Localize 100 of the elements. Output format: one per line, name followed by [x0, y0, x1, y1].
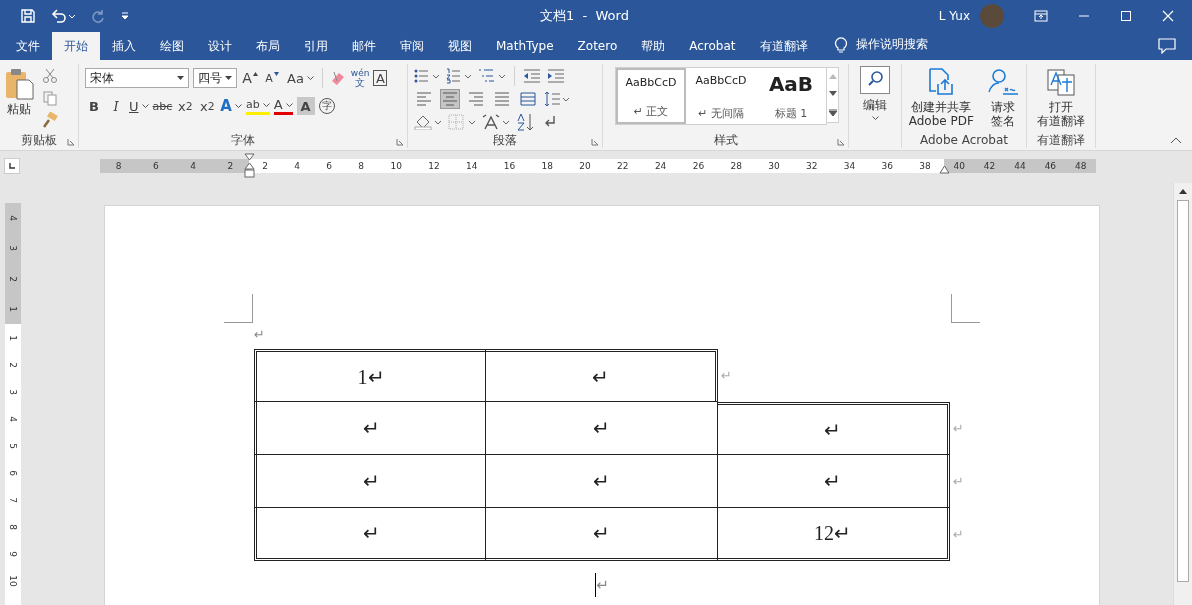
- indent-marker-icon[interactable]: [244, 153, 255, 179]
- ruler-number: 8: [8, 524, 18, 531]
- group-label: 样式: [713, 131, 738, 149]
- ribbon-tab[interactable]: 开始: [52, 32, 100, 60]
- editing-button[interactable]: 编辑: [849, 64, 901, 148]
- dialog-launcher-icon[interactable]: [837, 138, 845, 146]
- tab-selector[interactable]: [4, 158, 20, 174]
- ribbon-tab[interactable]: 审阅: [388, 32, 436, 60]
- style-item[interactable]: AaB 标题 1: [756, 68, 826, 124]
- bullets-icon[interactable]: [414, 68, 440, 84]
- font-format-button[interactable]: ab: [245, 97, 270, 115]
- row-end-mark: ↵: [953, 474, 964, 489]
- scroll-up-icon[interactable]: [1179, 189, 1187, 194]
- vertical-scrollbar[interactable]: [1173, 183, 1192, 605]
- table-cell: ↵: [486, 402, 718, 455]
- open-translate-button[interactable]: 打开 有道翻译: [1037, 68, 1085, 132]
- table-cell: ↵: [718, 402, 950, 455]
- tell-me-search[interactable]: 操作说明搜索: [855, 36, 928, 53]
- decrease-indent-icon[interactable]: [523, 68, 541, 84]
- ribbon-display-icon[interactable]: [1034, 10, 1048, 22]
- ruler-number: 2: [227, 161, 234, 171]
- font-format-button[interactable]: A: [273, 97, 293, 115]
- right-indent-marker-icon[interactable]: [939, 165, 950, 175]
- ribbon-tab[interactable]: 插入: [100, 32, 148, 60]
- ruler-number: 36: [881, 161, 893, 171]
- font-name-field[interactable]: 宋体: [85, 68, 189, 88]
- ruler-number: 24: [654, 161, 667, 171]
- row-end-mark: ↵: [721, 368, 732, 383]
- table-cell: ↵: [486, 508, 718, 561]
- redo-icon[interactable]: [90, 8, 106, 24]
- ribbon-tab[interactable]: 视图: [436, 32, 484, 60]
- font-format-button[interactable]: I: [107, 95, 125, 117]
- font-format-button[interactable]: B: [85, 95, 103, 117]
- font-format-button[interactable]: A: [220, 95, 242, 117]
- search-icon: [860, 66, 890, 94]
- style-item[interactable]: AaBbCcD ↵ 无间隔: [686, 68, 756, 124]
- ribbon-tab[interactable]: 设计: [196, 32, 244, 60]
- group-label: 字体: [231, 131, 255, 149]
- line-spacing-icon[interactable]: [544, 91, 570, 107]
- ribbon-tab[interactable]: 有道翻译: [747, 32, 820, 60]
- ruler-number: 7: [8, 497, 18, 503]
- gallery-scrollbar[interactable]: [827, 67, 839, 123]
- more-styles-icon[interactable]: [828, 108, 837, 116]
- scroll-thumb[interactable]: [1177, 200, 1189, 582]
- phonetic-guide-button[interactable]: wén 文: [350, 68, 370, 88]
- ruler-number: 28: [730, 161, 742, 171]
- ribbon-tab[interactable]: 绘图: [148, 32, 196, 60]
- font-format-button[interactable]: U: [129, 95, 149, 117]
- maximize-icon[interactable]: [1120, 10, 1132, 22]
- table-cell: 1↵: [254, 349, 486, 402]
- table-cell: ↵: [254, 508, 486, 561]
- ribbon-tab[interactable]: Zotero: [565, 32, 630, 60]
- collapse-ribbon-icon[interactable]: [1170, 136, 1182, 144]
- numbering-icon[interactable]: [446, 68, 472, 84]
- ribbon-tab[interactable]: Acrobat: [677, 32, 748, 60]
- ribbon-tab[interactable]: MathType: [484, 32, 566, 60]
- alignment-button[interactable]: [518, 89, 538, 109]
- ruler-number: 14: [465, 161, 478, 171]
- style-item[interactable]: AaBbCcD ↵ 正文: [616, 68, 686, 124]
- text-direction-icon[interactable]: [482, 114, 510, 130]
- scroll-down-icon[interactable]: [828, 91, 837, 97]
- font-format-button[interactable]: abc: [152, 95, 173, 117]
- save-icon[interactable]: [20, 8, 36, 24]
- dialog-launcher-icon[interactable]: [67, 138, 75, 146]
- shading-icon[interactable]: [414, 114, 442, 130]
- font-size-field[interactable]: 四号: [193, 68, 237, 88]
- ruler-number: 4: [8, 415, 18, 422]
- ribbon-tab[interactable]: 邮件: [340, 32, 388, 60]
- ribbon-tab[interactable]: 帮助: [629, 32, 678, 60]
- acrobat-button[interactable]: 创建并共享 Adobe PDF: [908, 68, 974, 132]
- shrink-font-button[interactable]: A: [263, 67, 281, 89]
- sort-icon[interactable]: [516, 113, 536, 131]
- paste-button[interactable]: 粘贴: [4, 66, 34, 130]
- ruler-number: 38: [919, 161, 931, 171]
- ribbon-tab[interactable]: 布局: [244, 32, 292, 60]
- margin-corner-mark: [224, 294, 253, 323]
- user-name[interactable]: L Yux: [938, 9, 970, 23]
- ruler-number: 18: [541, 161, 553, 171]
- change-case-button[interactable]: Aa: [285, 67, 316, 89]
- ruler-number: 46: [1044, 161, 1057, 171]
- ruler-number: 26: [692, 161, 705, 171]
- signature-icon: [987, 68, 1020, 96]
- font-format-button[interactable]: A: [296, 97, 315, 115]
- acrobat-button[interactable]: 请求 签名: [987, 68, 1020, 132]
- multilevel-list-icon[interactable]: [478, 68, 506, 84]
- ruler-number: 16: [503, 161, 516, 171]
- format-painter-icon[interactable]: [42, 112, 58, 128]
- increase-indent-icon[interactable]: [547, 68, 565, 84]
- cut-icon[interactable]: [42, 68, 58, 84]
- ribbon-tab[interactable]: 文件: [4, 32, 52, 60]
- character-border-button[interactable]: A: [373, 70, 388, 86]
- grow-font-button[interactable]: A: [241, 67, 259, 89]
- dialog-launcher-icon[interactable]: [396, 138, 404, 146]
- customize-caret-icon[interactable]: [120, 11, 130, 21]
- close-icon[interactable]: [1162, 10, 1174, 22]
- ribbon-tab[interactable]: 引用: [292, 32, 340, 60]
- comment-icon[interactable]: [1158, 38, 1176, 54]
- dialog-launcher-icon[interactable]: [591, 138, 599, 146]
- translate-icon: [1046, 68, 1076, 96]
- undo-icon[interactable]: [50, 8, 76, 24]
